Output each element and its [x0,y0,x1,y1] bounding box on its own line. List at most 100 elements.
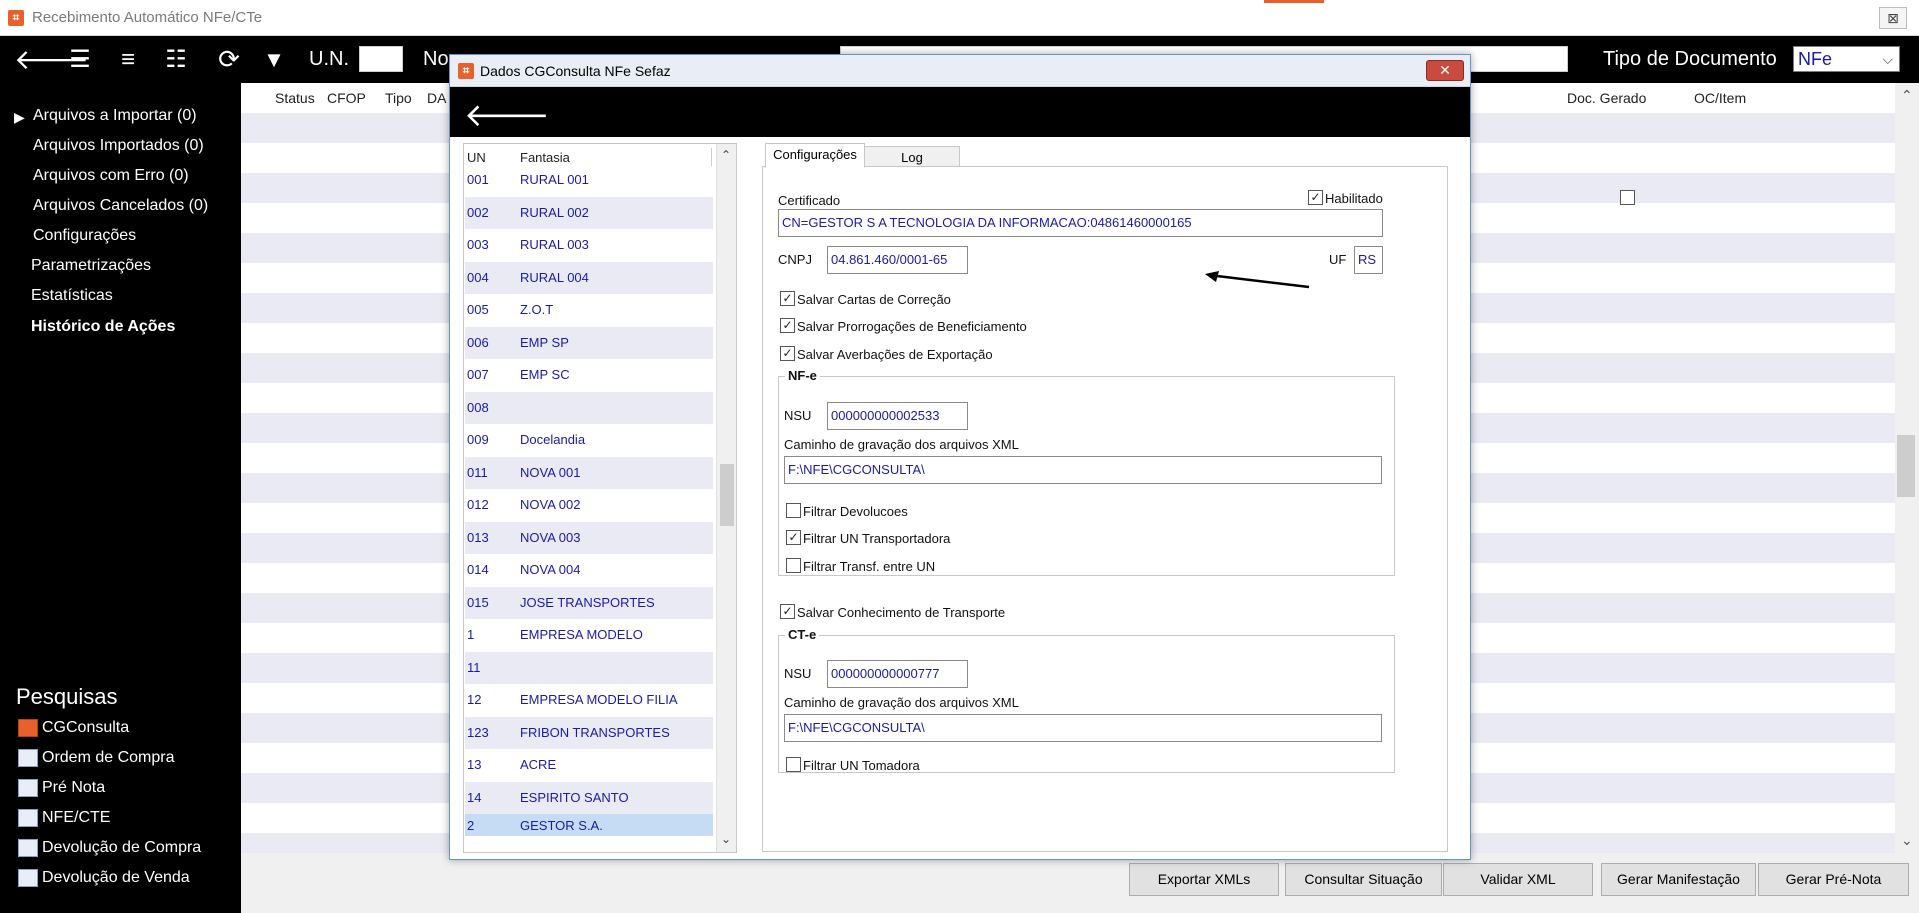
salvar-cartas-checkbox[interactable]: ✓ [780,291,795,306]
salvar-averbacoes-checkbox[interactable]: ✓ [780,346,795,361]
scroll-thumb[interactable] [720,464,734,526]
checklist-gear-icon[interactable]: ☷ [157,36,195,83]
cte-nsu-field[interactable]: 000000000000777 [827,660,968,688]
sidebar-item-configuracoes[interactable]: Configurações [33,227,136,245]
list-item-un: 1 [467,627,475,642]
consultar-situacao-button[interactable]: Consultar Situação [1285,863,1442,896]
list-item-selected[interactable]: 2 GESTOR S.A. [465,814,713,836]
list-item[interactable]: 014 NOVA 004 [465,554,713,587]
habilitado-checkbox[interactable]: ✓ [1308,190,1323,205]
window-icon [18,749,38,767]
list-item[interactable]: 009 Docelandia [465,424,713,457]
list-item[interactable]: 013 NOVA 003 [465,521,713,554]
search-item-nfe-cte[interactable]: NFE/CTE [18,809,110,827]
column-header-status[interactable]: Status [275,90,315,106]
list-item[interactable]: 12 EMPRESA MODELO FILIA [465,684,713,717]
list-item[interactable]: 006 EMP SP [465,326,713,359]
search-item-devolucao-compra[interactable]: Devolução de Compra [18,839,201,857]
uf-field[interactable]: RS [1354,246,1383,274]
grid-scrollbar[interactable]: ⌃ ⌄ [1895,83,1919,853]
sidebar-item-arquivos-erro[interactable]: Arquivos com Erro (0) [33,167,189,185]
tipo-documento-label: Tipo de Documento [1603,48,1777,70]
filtrar-un-tomadora-checkbox[interactable] [786,757,801,772]
list-item[interactable]: 14 ESPIRITO SANTO [465,781,713,814]
certificado-field[interactable]: CN=GESTOR S A TECNOLOGIA DA INFORMACAO:0… [778,209,1383,237]
search-item-ordem-compra[interactable]: Ordem de Compra [18,749,175,767]
filter-icon[interactable]: ▼ [255,36,293,83]
sync-icon[interactable]: ⟳ [210,36,248,83]
list-item[interactable]: 11 [465,651,713,684]
validar-xml-button[interactable]: Validar XML [1443,863,1593,896]
list-item[interactable]: 005 Z.O.T [465,294,713,327]
column-header-doc-gerado[interactable]: Doc. Gerado [1567,90,1646,106]
close-window-button[interactable]: ⊠ [1879,7,1907,29]
filtrar-transf-checkbox[interactable] [786,558,801,573]
column-header-cfop[interactable]: CFOP [327,90,366,106]
scroll-down-icon[interactable]: ⌄ [1901,832,1913,849]
list-item-un: 12 [467,692,482,707]
list-icon[interactable]: ≡ [109,36,147,83]
list-item[interactable]: 1 EMPRESA MODELO [465,619,713,652]
cnpj-field[interactable]: 04.861.460/0001-65 [827,246,968,274]
annotation-arrow-icon [1205,271,1310,289]
search-item-pre-nota[interactable]: Pré Nota [18,779,105,797]
tipo-documento-select[interactable]: NFe ⌵ [1793,46,1900,72]
exportar-xmls-button[interactable]: Exportar XMLs [1129,863,1279,896]
list-item[interactable]: 13 ACRE [465,749,713,782]
nfe-group-title: NF-e [785,368,820,383]
back-arrow-icon[interactable]: 🡐 [14,36,89,83]
sidebar-item-arquivos-importados[interactable]: Arquivos Importados (0) [33,137,204,155]
column-header-oc-item[interactable]: OC/Item [1694,90,1746,106]
scroll-up-icon[interactable]: ⌃ [1901,87,1913,104]
nfe-nsu-label: NSU [784,408,812,423]
sidebar-item-historico[interactable]: Histórico de Ações [31,318,175,336]
sidebar-item-arquivos-cancelados[interactable]: Arquivos Cancelados (0) [33,197,208,215]
un-list[interactable]: UN Fantasia 001 RURAL 001 002 RURAL 002 00… [463,143,737,853]
list-scrollbar[interactable]: ⌃ ⌄ [716,144,736,852]
scroll-up-icon[interactable]: ⌃ [721,148,731,162]
list-item[interactable]: 011 NOVA 001 [465,456,713,489]
list-item[interactable]: 003 RURAL 003 [465,229,713,262]
scroll-thumb[interactable] [1897,435,1915,497]
nfe-nsu-field[interactable]: 000000000002533 [827,402,968,430]
list-item[interactable]: 008 [465,391,713,424]
nfe-caminho-field[interactable]: F:\NFE\CGCONSULTA\ [784,456,1382,484]
filtrar-devolucoes-checkbox[interactable] [786,503,801,518]
gerar-manifestacao-button[interactable]: Gerar Manifestação [1601,863,1756,896]
list-item[interactable]: 012 NOVA 002 [465,489,713,522]
back-arrow-icon[interactable]: 🡐 [464,95,550,134]
salvar-conhecimento-checkbox[interactable]: ✓ [780,604,795,619]
salvar-prorrogacoes-checkbox[interactable]: ✓ [780,318,795,333]
list-item-fantasia: EMP SC [520,367,570,382]
list-item[interactable]: 123 FRIBON TRANSPORTES [465,716,713,749]
list-item[interactable]: 001 RURAL 001 [465,164,713,197]
list-item-fantasia: Docelandia [520,432,586,447]
sidebar-item-arquivos-importar[interactable]: Arquivos a Importar (0) [33,107,197,125]
un-input[interactable] [359,46,403,72]
list-item-un: 014 [467,562,489,577]
window-stack-icon [18,809,38,827]
list-header-un[interactable]: UN [467,150,486,165]
document-return-icon [18,839,38,857]
checklist-icon[interactable]: ☰ [61,36,99,83]
window-title: Recebimento Automático NFe/CTe [32,9,263,26]
column-header-tipo[interactable]: Tipo [385,90,412,106]
scroll-down-icon[interactable]: ⌄ [721,832,731,846]
filtrar-un-transportadora-checkbox[interactable]: ✓ [786,530,801,545]
cte-caminho-field[interactable]: F:\NFE\CGCONSULTA\ [784,714,1382,742]
habilitado-checkbox[interactable] [1620,190,1635,205]
search-item-devolucao-venda[interactable]: Devolução de Venda [18,869,190,887]
gerar-pre-nota-button[interactable]: Gerar Pré-Nota [1758,863,1909,896]
dialog-close-button[interactable]: ✕ [1426,60,1464,81]
column-header-da[interactable]: DA [427,90,446,106]
cnpj-label: CNPJ [778,252,812,267]
list-item[interactable]: 004 RURAL 004 [465,261,713,294]
list-item[interactable]: 015 JOSE TRANSPORTES [465,586,713,619]
list-item[interactable]: 002 RURAL 002 [465,196,713,229]
list-item[interactable]: 007 EMP SC [465,359,713,392]
sidebar-item-parametrizacoes[interactable]: Parametrizações [31,257,151,275]
list-header-fantasia[interactable]: Fantasia [520,150,570,165]
sidebar-item-estatisticas[interactable]: Estatísticas [31,287,113,305]
search-item-cgconsulta[interactable]: CGConsulta [18,719,129,737]
tab-configuracoes[interactable]: Configurações [765,143,865,168]
